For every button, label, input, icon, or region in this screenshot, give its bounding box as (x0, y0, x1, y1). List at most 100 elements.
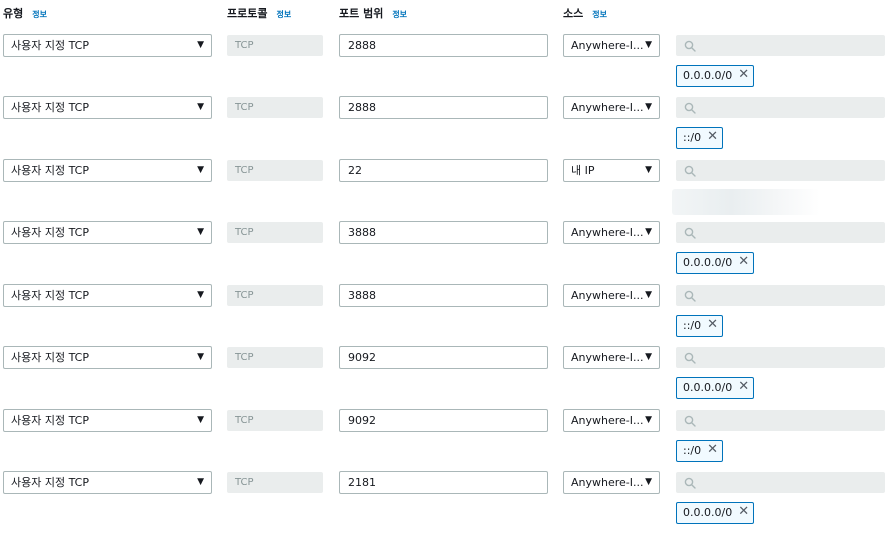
port-range-input[interactable]: 2888 (339, 34, 548, 57)
close-icon[interactable]: ✕ (738, 503, 749, 521)
caret-down-icon: ▼ (197, 415, 204, 425)
protocol-field: TCP (227, 35, 323, 56)
header-source-label: 소스 (563, 7, 584, 20)
caret-down-icon: ▼ (197, 352, 204, 362)
cidr-token-label: 0.0.0.0/0 (683, 506, 733, 519)
cidr-search-input[interactable] (676, 160, 885, 181)
protocol-field: TCP (227, 160, 323, 181)
caret-down-icon: ▼ (645, 165, 652, 175)
port-range-input[interactable]: 9092 (339, 346, 548, 369)
caret-down-icon: ▼ (197, 40, 204, 50)
caret-down-icon: ▼ (645, 290, 652, 300)
cidr-token-label: ::/0 (683, 131, 702, 144)
cidr-token: 0.0.0.0/0 ✕ (676, 252, 755, 274)
caret-down-icon: ▼ (645, 415, 652, 425)
type-select[interactable]: 사용자 지정 TCP ▼ (3, 34, 212, 57)
source-select-value: Anywhere-I... (571, 476, 644, 489)
caret-down-icon: ▼ (197, 227, 204, 237)
info-link[interactable]: 정보 (32, 10, 47, 19)
header-protocol: 프로토콜 정보 (227, 5, 291, 21)
port-range-input[interactable]: 3888 (339, 284, 548, 307)
source-select[interactable]: Anywhere-I... ▼ (563, 346, 660, 369)
protocol-field: TCP (227, 410, 323, 431)
type-select-value: 사용자 지정 TCP (11, 414, 89, 427)
type-select[interactable]: 사용자 지정 TCP ▼ (3, 346, 212, 369)
port-range-input[interactable]: 2888 (339, 96, 548, 119)
close-icon[interactable]: ✕ (738, 253, 749, 271)
search-icon (684, 165, 696, 177)
header-protocol-label: 프로토콜 (227, 7, 268, 20)
caret-down-icon: ▼ (197, 102, 204, 112)
caret-down-icon: ▼ (197, 290, 204, 300)
rule-row: 사용자 지정 TCP ▼ TCP 22 내 IP ▼ (0, 159, 892, 219)
info-link[interactable]: 정보 (276, 10, 291, 19)
close-icon[interactable]: ✕ (707, 441, 718, 459)
header-port-range: 포트 범위 정보 (339, 5, 407, 21)
rule-row: 사용자 지정 TCP ▼ TCP 3888 Anywhere-I... ▼::/0 ✕ (0, 284, 892, 344)
port-range-input[interactable]: 2181 (339, 471, 548, 494)
protocol-field: TCP (227, 285, 323, 306)
cidr-token: 0.0.0.0/0 ✕ (676, 377, 755, 399)
source-select[interactable]: Anywhere-I... ▼ (563, 409, 660, 432)
type-select-value: 사용자 지정 TCP (11, 351, 89, 364)
source-select-value: Anywhere-I... (571, 226, 644, 239)
port-range-input[interactable]: 22 (339, 159, 548, 182)
source-select[interactable]: Anywhere-I... ▼ (563, 284, 660, 307)
caret-down-icon: ▼ (645, 352, 652, 362)
caret-down-icon: ▼ (197, 165, 204, 175)
source-select-value: Anywhere-I... (571, 414, 644, 427)
cidr-search-input[interactable] (676, 410, 885, 431)
cidr-token-label: 0.0.0.0/0 (683, 256, 733, 269)
search-icon (684, 40, 696, 52)
protocol-field: TCP (227, 472, 323, 493)
caret-down-icon: ▼ (645, 227, 652, 237)
caret-down-icon: ▼ (197, 477, 204, 487)
source-select[interactable]: Anywhere-I... ▼ (563, 471, 660, 494)
search-icon (684, 477, 696, 489)
source-select[interactable]: Anywhere-I... ▼ (563, 221, 660, 244)
search-icon (684, 102, 696, 114)
type-select[interactable]: 사용자 지정 TCP ▼ (3, 409, 212, 432)
source-select[interactable]: Anywhere-I... ▼ (563, 34, 660, 57)
close-icon[interactable]: ✕ (707, 128, 718, 146)
source-select-value: Anywhere-I... (571, 289, 644, 302)
header-type-label: 유형 (3, 7, 24, 20)
source-select[interactable]: 내 IP ▼ (563, 159, 660, 182)
type-select-value: 사용자 지정 TCP (11, 226, 89, 239)
close-icon[interactable]: ✕ (738, 378, 749, 396)
caret-down-icon: ▼ (645, 40, 652, 50)
source-select[interactable]: Anywhere-I... ▼ (563, 96, 660, 119)
cidr-token-label: ::/0 (683, 444, 702, 457)
rule-row: 사용자 지정 TCP ▼ TCP 9092 Anywhere-I... ▼ 0.0.0.0/… (0, 346, 892, 406)
cidr-token: ::/0 ✕ (676, 315, 724, 337)
rule-row: 사용자 지정 TCP ▼ TCP 2181 Anywhere-I... ▼ 0.0.0.0/… (0, 471, 892, 531)
search-icon (684, 352, 696, 364)
cidr-search-input[interactable] (676, 472, 885, 493)
rule-row: 사용자 지정 TCP ▼ TCP 2888 Anywhere-I... ▼::/0 ✕ (0, 96, 892, 156)
port-range-input[interactable]: 9092 (339, 409, 548, 432)
info-link[interactable]: 정보 (392, 10, 407, 19)
type-select-value: 사용자 지정 TCP (11, 39, 89, 52)
protocol-field: TCP (227, 97, 323, 118)
port-range-input[interactable]: 3888 (339, 221, 548, 244)
type-select[interactable]: 사용자 지정 TCP ▼ (3, 221, 212, 244)
cidr-search-input[interactable] (676, 285, 885, 306)
rule-row: 사용자 지정 TCP ▼ TCP 9092 Anywhere-I... ▼::/0 ✕ (0, 409, 892, 469)
type-select-value: 사용자 지정 TCP (11, 101, 89, 114)
cidr-search-input[interactable] (676, 35, 885, 56)
type-select[interactable]: 사용자 지정 TCP ▼ (3, 471, 212, 494)
type-select[interactable]: 사용자 지정 TCP ▼ (3, 284, 212, 307)
type-select[interactable]: 사용자 지정 TCP ▼ (3, 159, 212, 182)
cidr-token: 0.0.0.0/0 ✕ (676, 65, 755, 87)
rule-row: 사용자 지정 TCP ▼ TCP 2888 Anywhere-I... ▼ 0.0.0.0/… (0, 34, 892, 94)
close-icon[interactable]: ✕ (707, 316, 718, 334)
info-link[interactable]: 정보 (592, 10, 607, 19)
source-select-value: 내 IP (571, 164, 595, 177)
close-icon[interactable]: ✕ (738, 66, 749, 84)
protocol-field: TCP (227, 222, 323, 243)
cidr-search-input[interactable] (676, 347, 885, 368)
type-select[interactable]: 사용자 지정 TCP ▼ (3, 96, 212, 119)
cidr-search-input[interactable] (676, 222, 885, 243)
cidr-search-input[interactable] (676, 97, 885, 118)
redacted-ip-area (672, 189, 820, 215)
